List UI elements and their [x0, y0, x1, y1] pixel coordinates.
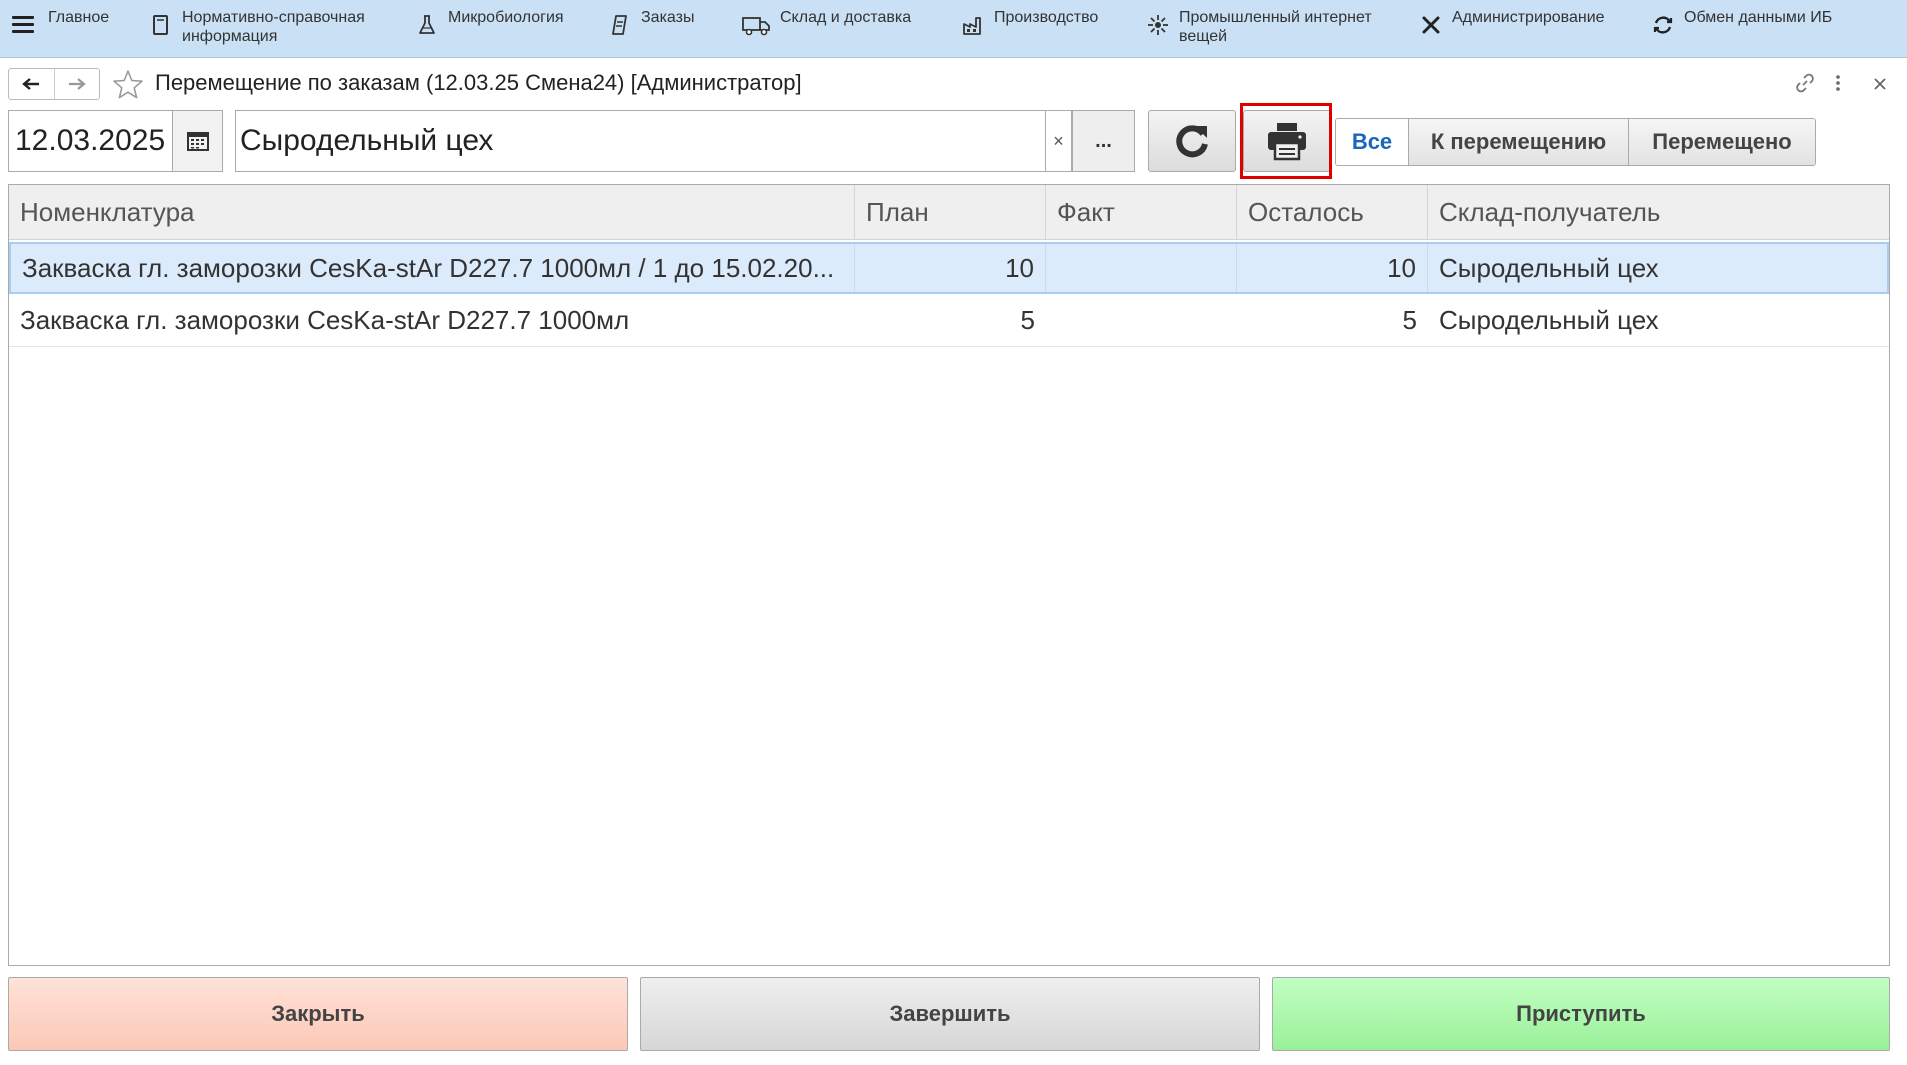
print-button[interactable]	[1243, 110, 1331, 172]
iot-icon	[1145, 12, 1171, 38]
book-icon	[148, 12, 174, 38]
form-title: Перемещение по заказам (12.03.25 Смена24…	[155, 70, 802, 95]
cell-fact	[1046, 244, 1237, 292]
tools-icon	[1418, 12, 1444, 38]
date-field[interactable]: 12.03.2025	[8, 110, 172, 172]
table-row[interactable]: Закваска гл. заморозки CesKa-stAr D227.7…	[9, 295, 1889, 347]
nav-item-label: Нормативно-справочная информация	[182, 9, 365, 45]
nav-item-main[interactable]: Главное	[48, 8, 109, 27]
nav-item-reference[interactable]: Нормативно-справочная информация	[148, 8, 365, 46]
finish-button[interactable]: Завершить	[640, 977, 1260, 1051]
column-header-nomenclature[interactable]: Номенклатура	[9, 185, 855, 239]
filter-all-tab[interactable]: Все	[1336, 119, 1408, 165]
filter-to-move-tab[interactable]: К перемещению	[1408, 119, 1628, 165]
printer-icon	[1268, 123, 1306, 161]
cell-nomenclature: Закваска гл. заморозки CesKa-stAr D227.7…	[20, 305, 630, 335]
column-header-fact[interactable]: Факт	[1046, 185, 1237, 239]
more-actions-icon[interactable]	[1834, 72, 1842, 99]
sync-icon	[1650, 12, 1676, 38]
cell-plan: 5	[1020, 305, 1035, 335]
calendar-icon	[186, 132, 209, 151]
cell-receiver-warehouse: Сыродельный цех	[1439, 252, 1659, 283]
nav-item-label: Заказы	[641, 9, 695, 26]
favorite-star-icon[interactable]	[112, 69, 144, 104]
close-button[interactable]: Закрыть	[8, 977, 628, 1051]
nav-item-label: Главное	[48, 9, 110, 26]
filter-moved-tab[interactable]: Перемещено	[1628, 119, 1815, 165]
table-row[interactable]: Закваска гл. заморозки CesKa-stAr D227.7…	[9, 242, 1889, 294]
sections-panel: Главное Нормативно-справочная информация…	[0, 0, 1907, 58]
factory-icon	[960, 12, 986, 38]
menu-icon[interactable]	[12, 16, 34, 36]
cell-plan: 10	[855, 244, 1046, 292]
column-header-remaining[interactable]: Осталось	[1237, 185, 1428, 239]
clear-button[interactable]: ×	[1046, 110, 1072, 172]
arrow-right-icon	[68, 78, 86, 90]
nav-item-label: Обмен данными ИБ	[1684, 9, 1833, 26]
nav-item-label: Промышленный интернет вещей	[1179, 9, 1372, 45]
close-form-icon[interactable]	[1872, 72, 1888, 99]
link-icon[interactable]	[1794, 72, 1816, 99]
warehouse-field[interactable]: Сыродельный цех	[235, 110, 1046, 172]
forward-button[interactable]	[53, 69, 100, 99]
column-header-receiver-warehouse[interactable]: Склад-получатель	[1428, 185, 1889, 239]
table-header: Номенклатура План Факт Осталось Склад-по…	[9, 185, 1889, 240]
arrow-left-icon	[22, 78, 40, 90]
orders-table: Номенклатура План Факт Осталось Склад-по…	[8, 184, 1890, 966]
nav-item-label: Производство	[994, 9, 1099, 26]
nav-item-label: Микробиология	[448, 9, 564, 26]
nav-item-microbiology[interactable]: Микробиология	[414, 8, 564, 38]
nav-item-warehouse[interactable]: Склад и доставка	[740, 8, 911, 38]
cell-fact	[1046, 295, 1237, 346]
cell-nomenclature: Закваска гл. заморозки CesKa-stAr D227.7…	[11, 244, 855, 292]
column-header-plan[interactable]: План	[855, 185, 1046, 239]
nav-item-production[interactable]: Производство	[960, 8, 1098, 38]
nav-item-data-exchange[interactable]: Обмен данными ИБ	[1650, 8, 1832, 38]
nav-item-orders[interactable]: Заказы	[607, 8, 694, 38]
select-warehouse-button[interactable]: ...	[1072, 110, 1135, 172]
nav-item-label: Склад и доставка	[780, 9, 912, 26]
start-button[interactable]: Приступить	[1272, 977, 1890, 1051]
calendar-button[interactable]	[172, 110, 223, 172]
nav-item-administration[interactable]: Администрирование	[1418, 8, 1605, 38]
refresh-button[interactable]	[1148, 110, 1236, 172]
nav-item-iot[interactable]: Промышленный интернет вещей	[1145, 8, 1372, 46]
truck-icon	[740, 12, 772, 38]
status-filter: Все К перемещению Перемещено	[1335, 118, 1816, 166]
flask-icon	[414, 12, 440, 38]
history-navigation	[8, 68, 100, 100]
nav-item-label: Администрирование	[1452, 9, 1605, 26]
refresh-icon	[1176, 125, 1208, 158]
orders-icon	[607, 12, 633, 38]
cell-remaining: 5	[1402, 305, 1417, 335]
back-button[interactable]	[9, 69, 54, 99]
cell-receiver-warehouse: Сыродельный цех	[1439, 305, 1659, 335]
cell-remaining: 10	[1237, 244, 1428, 292]
